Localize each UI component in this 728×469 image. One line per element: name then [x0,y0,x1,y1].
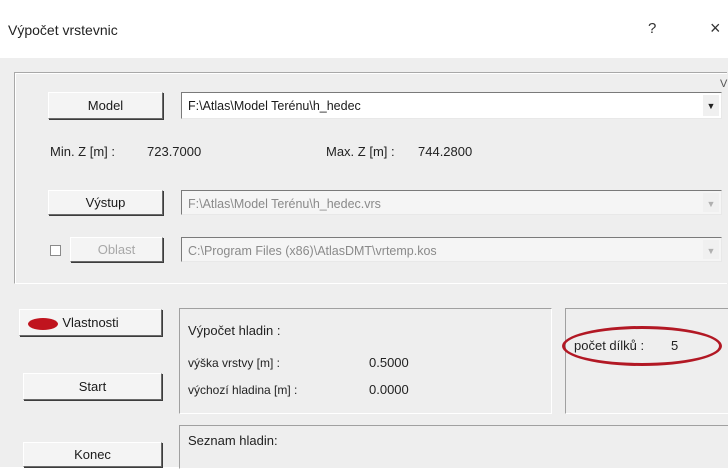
max-z-value: 744.2800 [418,144,473,159]
calc-heading: Výpočet hladin : [188,323,281,338]
model-path-combo[interactable]: F:\Atlas\Model Terénu\h_hedec ▼ [181,92,722,119]
dropdown-arrow-icon[interactable]: ▼ [703,95,719,116]
area-path-text: C:\Program Files (x86)\AtlasDMT\vrtemp.k… [188,244,437,258]
start-button[interactable]: Start [23,373,162,400]
corner-text: V [720,78,728,90]
start-level-label: výchozí hladina [m] : [188,383,298,397]
dropdown-arrow-icon[interactable]: ▼ [703,193,719,212]
model-path-text: F:\Atlas\Model Terénu\h_hedec [188,99,361,113]
area-path-combo[interactable]: C:\Program Files (x86)\AtlasDMT\vrtemp.k… [181,237,722,262]
output-button[interactable]: Výstup [48,190,163,215]
model-button[interactable]: Model [48,92,163,119]
area-button-label: Oblast [97,242,136,257]
min-z-label: Min. Z [m] : [50,144,115,159]
dropdown-arrow-icon[interactable]: ▼ [703,240,719,259]
end-button-label: Konec [74,447,111,462]
red-highlight-mark [28,318,58,330]
window-title: Výpočet vrstevnic [8,22,118,38]
output-path-combo[interactable]: F:\Atlas\Model Terénu\h_hedec.vrs ▼ [181,190,722,215]
output-button-label: Výstup [85,195,126,210]
red-highlight-oval [562,326,722,366]
levels-heading: Seznam hladin: [188,433,278,448]
help-button[interactable]: ? [648,20,656,37]
model-button-label: Model [87,98,124,113]
area-checkbox[interactable] [50,245,61,256]
min-z-value: 723.7000 [147,144,202,159]
properties-button-label: Vlastnosti [62,315,119,330]
start-button-label: Start [78,379,107,394]
end-button[interactable]: Konec [23,442,162,467]
layer-height-label: výška vrstvy [m] : [188,356,281,370]
layer-height-value: 0.5000 [369,355,409,370]
output-path-text: F:\Atlas\Model Terénu\h_hedec.vrs [188,197,381,211]
close-button[interactable]: × [710,18,721,39]
start-level-value: 0.0000 [369,382,409,397]
max-z-label: Max. Z [m] : [326,144,395,159]
title-bar: Výpočet vrstevnic ? × [0,0,728,58]
area-button[interactable]: Oblast [70,237,163,262]
